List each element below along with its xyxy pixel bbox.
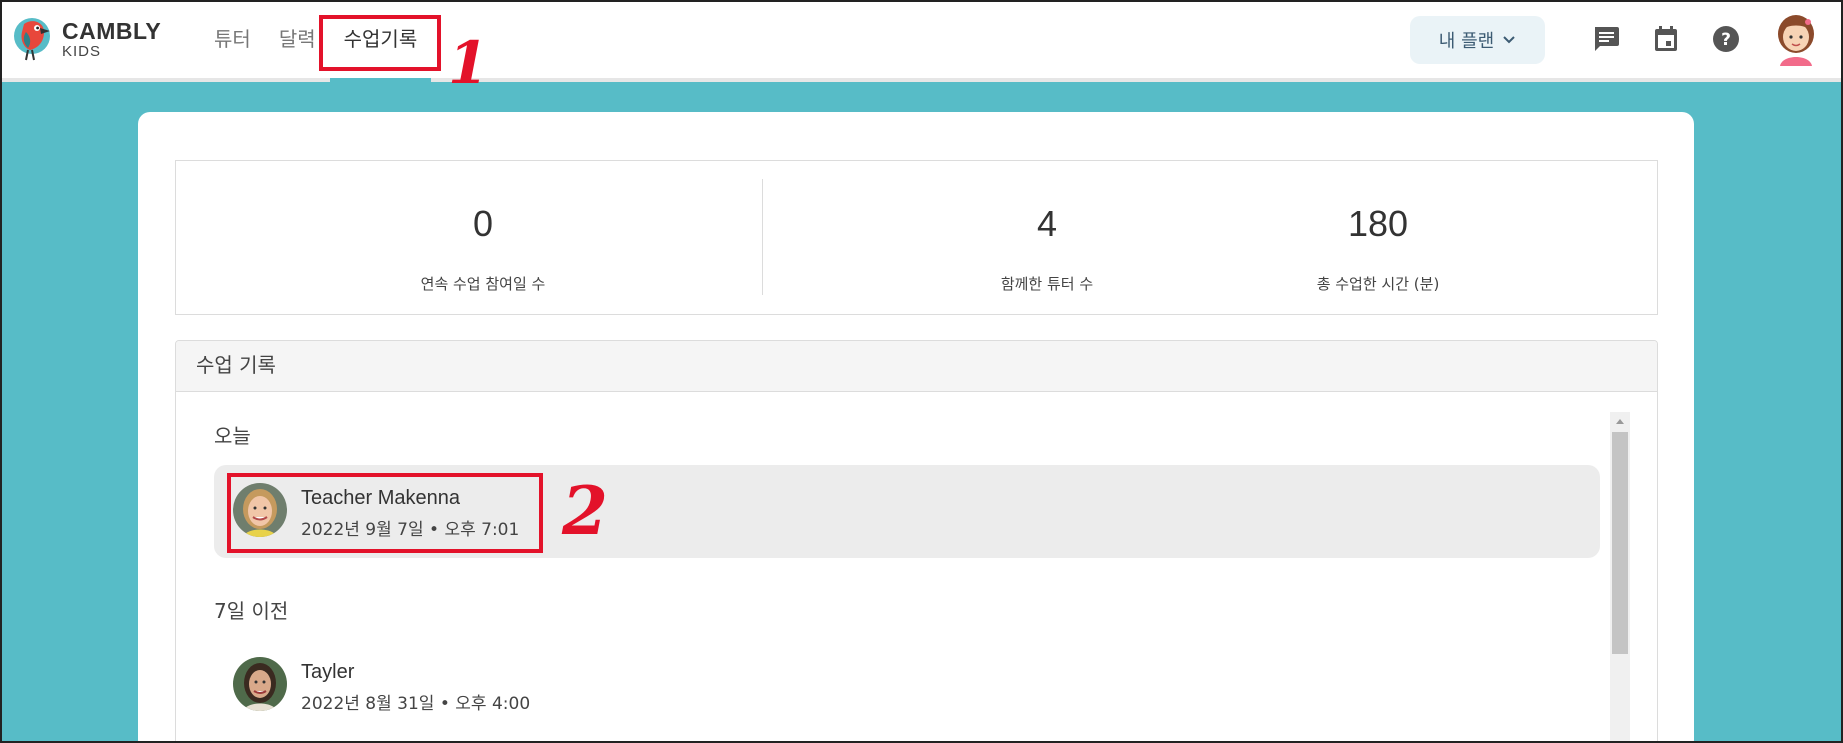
lesson-history-title: 수업 기록	[176, 341, 1657, 392]
brand-subtitle: KIDS	[62, 42, 102, 60]
stat-minutes: 180 총 수업한 시간 (분)	[1218, 161, 1538, 294]
my-plan-label: 내 플랜	[1438, 31, 1495, 52]
svg-text:?: ?	[1721, 30, 1731, 50]
lesson-history-list[interactable]: 오늘 Teacher Makenna 2022년 9월 7일 • 오후 7:01…	[176, 392, 1657, 743]
brand-name: CAMBLY	[62, 17, 162, 44]
user-avatar[interactable]	[1774, 12, 1818, 66]
lesson-item-today[interactable]: Teacher Makenna 2022년 9월 7일 • 오후 7:01	[214, 465, 1600, 558]
stat-tutors-value: 4	[1036, 203, 1058, 244]
scroll-thumb[interactable]	[1612, 432, 1628, 654]
tutor-name: Teacher Makenna	[301, 487, 460, 509]
stat-tutors-label: 함께한 튜터 수	[1000, 275, 1094, 293]
tutor-avatar	[233, 483, 287, 537]
tab-lesson-history[interactable]: 수업기록	[329, 0, 432, 82]
tutor-avatar	[233, 657, 287, 711]
help-icon[interactable]: ?	[1711, 24, 1741, 54]
stat-streak: 0 연속 수업 참여일 수	[323, 161, 643, 294]
scroll-up-icon[interactable]	[1610, 412, 1630, 430]
stats-divider	[762, 179, 763, 295]
chevron-down-icon	[1503, 36, 1515, 44]
lesson-date: 2022년 9월 7일 • 오후 7:01	[301, 520, 520, 540]
stat-streak-label: 연속 수업 참여일 수	[420, 275, 546, 293]
main-card: 0 연속 수업 참여일 수 4 함께한 튜터 수 180 총 수업한 시간 (분…	[138, 112, 1694, 743]
tutor-name: Tayler	[301, 661, 355, 683]
stats-panel: 0 연속 수업 참여일 수 4 함께한 튜터 수 180 총 수업한 시간 (분…	[175, 160, 1658, 315]
tab-tutors[interactable]: 튜터	[200, 0, 265, 82]
group-title-past-7-days: 7일 이전	[214, 599, 289, 623]
top-navigation-bar: CAMBLY KIDS 튜터 달력 수업기록 내 플랜 ?	[0, 0, 1843, 82]
list-scrollbar[interactable]	[1610, 412, 1630, 743]
group-title-today: 오늘	[214, 424, 251, 448]
lesson-item-earlier[interactable]: Tayler 2022년 8월 31일 • 오후 4:00	[214, 639, 1600, 732]
stat-tutors: 4 함께한 튜터 수	[887, 161, 1207, 294]
my-plan-button[interactable]: 내 플랜	[1410, 16, 1545, 64]
cambly-kids-logo[interactable]: CAMBLY KIDS	[12, 14, 161, 64]
calendar-icon[interactable]	[1651, 24, 1681, 54]
chat-icon[interactable]	[1591, 24, 1621, 54]
lesson-history-panel: 수업 기록 오늘 Teacher Makenna 2022년 9월 7일 • 오…	[175, 340, 1658, 743]
stat-minutes-label: 총 수업한 시간 (분)	[1316, 275, 1440, 293]
bird-logo-icon	[14, 18, 50, 61]
stat-streak-value: 0	[472, 203, 494, 244]
main-nav: 튜터 달력 수업기록	[200, 0, 431, 82]
tab-calendar[interactable]: 달력	[265, 0, 330, 82]
stat-minutes-value: 180	[1347, 203, 1409, 244]
lesson-date: 2022년 8월 31일 • 오후 4:00	[301, 694, 531, 714]
